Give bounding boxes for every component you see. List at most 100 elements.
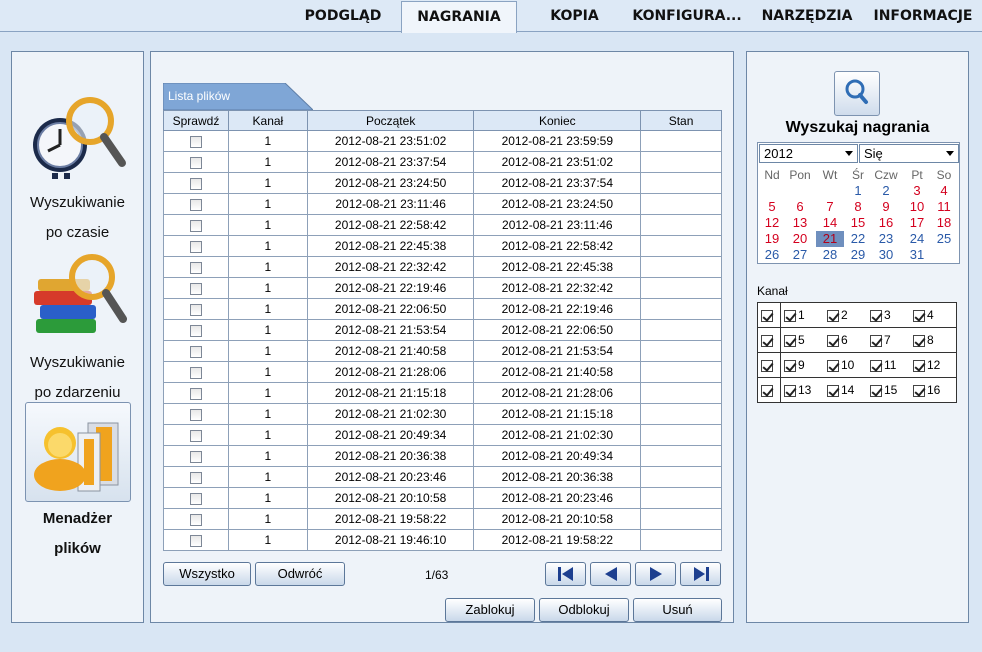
unlock-button[interactable]: Odblokuj <box>539 598 629 622</box>
last-page-button[interactable] <box>680 562 721 586</box>
channel-option[interactable]: 5 <box>784 333 827 347</box>
calendar-day[interactable]: 22 <box>844 231 872 247</box>
table-row[interactable]: 1 2012-08-21 21:40:58 2012-08-21 21:53:54 <box>163 340 722 362</box>
column-header-state[interactable]: Stan <box>640 110 722 131</box>
table-row[interactable]: 1 2012-08-21 20:10:58 2012-08-21 20:23:46 <box>163 487 722 509</box>
calendar-day[interactable]: 21 <box>816 231 844 247</box>
row-select-checkbox[interactable] <box>761 359 773 372</box>
calendar-day[interactable]: 9 <box>872 199 900 215</box>
calendar-day[interactable]: 14 <box>816 215 844 231</box>
calendar-day[interactable]: 8 <box>844 199 872 215</box>
tab-konfiguracja[interactable]: KONFIGURA... <box>624 1 750 32</box>
channel-checkbox[interactable] <box>913 334 925 347</box>
table-row[interactable]: 1 2012-08-21 22:32:42 2012-08-21 22:45:38 <box>163 256 722 278</box>
invert-selection-button[interactable]: Odwróć <box>255 562 345 586</box>
channel-checkbox[interactable] <box>784 359 796 372</box>
row-checkbox[interactable] <box>189 156 202 169</box>
time-search-item[interactable]: Wyszukiwanie po czasie <box>12 88 143 248</box>
row-checkbox[interactable] <box>189 345 202 358</box>
channel-checkbox[interactable] <box>870 309 882 322</box>
row-checkbox[interactable] <box>189 387 202 400</box>
event-search-item[interactable]: Wyszukiwanie po zdarzeniu <box>12 248 143 408</box>
row-checkbox[interactable] <box>189 177 202 190</box>
channel-option[interactable]: 3 <box>870 308 913 322</box>
calendar-day[interactable]: 2 <box>872 183 900 199</box>
channel-option[interactable]: 10 <box>827 358 870 372</box>
channel-option[interactable]: 7 <box>870 333 913 347</box>
calendar-day[interactable]: 19 <box>758 231 786 247</box>
row-checkbox[interactable] <box>189 408 202 421</box>
calendar-day[interactable]: 7 <box>816 199 844 215</box>
channel-checkbox[interactable] <box>827 309 839 322</box>
table-row[interactable]: 1 2012-08-21 20:49:34 2012-08-21 21:02:30 <box>163 424 722 446</box>
row-checkbox[interactable] <box>189 324 202 337</box>
table-row[interactable]: 1 2012-08-21 23:24:50 2012-08-21 23:37:54 <box>163 172 722 194</box>
row-checkbox[interactable] <box>189 429 202 442</box>
channel-checkbox[interactable] <box>913 309 925 322</box>
calendar-day[interactable]: 6 <box>786 199 814 215</box>
column-header-start[interactable]: Początek <box>306 110 475 131</box>
calendar-day[interactable]: 1 <box>844 183 872 199</box>
row-checkbox[interactable] <box>189 450 202 463</box>
month-select[interactable]: Się <box>859 144 959 163</box>
table-row[interactable]: 1 2012-08-21 21:28:06 2012-08-21 21:40:58 <box>163 361 722 383</box>
channel-option[interactable]: 15 <box>870 383 913 397</box>
column-header-channel[interactable]: Kanał <box>227 110 308 131</box>
table-row[interactable]: 1 2012-08-21 23:37:54 2012-08-21 23:51:02 <box>163 151 722 173</box>
channel-option[interactable]: 13 <box>784 383 827 397</box>
table-row[interactable]: 1 2012-08-21 20:23:46 2012-08-21 20:36:38 <box>163 466 722 488</box>
row-select-checkbox[interactable] <box>761 309 773 322</box>
row-checkbox[interactable] <box>189 492 202 505</box>
table-row[interactable]: 1 2012-08-21 19:46:10 2012-08-21 19:58:22 <box>163 529 722 551</box>
table-row[interactable]: 1 2012-08-21 21:53:54 2012-08-21 22:06:50 <box>163 319 722 341</box>
calendar-day[interactable]: 29 <box>844 247 872 263</box>
calendar-day[interactable]: 17 <box>903 215 931 231</box>
calendar-day[interactable]: 16 <box>872 215 900 231</box>
channel-checkbox[interactable] <box>827 359 839 372</box>
file-manager-item[interactable]: Menadżer plików <box>12 402 143 564</box>
select-all-button[interactable]: Wszystko <box>163 562 251 586</box>
next-page-button[interactable] <box>635 562 676 586</box>
channel-checkbox[interactable] <box>784 334 796 347</box>
table-row[interactable]: 1 2012-08-21 22:58:42 2012-08-21 23:11:46 <box>163 214 722 236</box>
row-checkbox[interactable] <box>189 471 202 484</box>
row-select-checkbox[interactable] <box>761 384 773 397</box>
table-row[interactable]: 1 2012-08-21 21:02:30 2012-08-21 21:15:18 <box>163 403 722 425</box>
calendar-day[interactable]: 28 <box>816 247 844 263</box>
row-checkbox[interactable] <box>189 513 202 526</box>
tab-kopia[interactable]: KOPIA <box>528 1 621 32</box>
calendar-day[interactable]: 15 <box>844 215 872 231</box>
calendar-day[interactable]: 31 <box>903 247 931 263</box>
channel-checkbox[interactable] <box>784 384 796 397</box>
first-page-button[interactable] <box>545 562 586 586</box>
channel-option[interactable]: 11 <box>870 358 913 372</box>
calendar-day[interactable]: 30 <box>872 247 900 263</box>
calendar-day[interactable]: 3 <box>903 183 931 199</box>
column-header-check[interactable]: Sprawdź <box>163 110 229 131</box>
row-checkbox[interactable] <box>189 135 202 148</box>
table-row[interactable]: 1 2012-08-21 20:36:38 2012-08-21 20:49:34 <box>163 445 722 467</box>
calendar-day[interactable]: 27 <box>786 247 814 263</box>
channel-checkbox[interactable] <box>827 334 839 347</box>
row-checkbox[interactable] <box>189 198 202 211</box>
calendar-day[interactable]: 5 <box>758 199 786 215</box>
row-checkbox[interactable] <box>189 240 202 253</box>
row-checkbox[interactable] <box>189 366 202 379</box>
row-checkbox[interactable] <box>189 261 202 274</box>
channel-option[interactable]: 1 <box>784 308 827 322</box>
calendar-day[interactable]: 23 <box>872 231 900 247</box>
channel-option[interactable]: 9 <box>784 358 827 372</box>
row-checkbox[interactable] <box>189 219 202 232</box>
table-row[interactable]: 1 2012-08-21 21:15:18 2012-08-21 21:28:06 <box>163 382 722 404</box>
calendar-day[interactable]: 24 <box>903 231 931 247</box>
channel-checkbox[interactable] <box>870 359 882 372</box>
calendar-day[interactable]: 18 <box>930 215 958 231</box>
calendar-day[interactable]: 12 <box>758 215 786 231</box>
calendar-day[interactable]: 13 <box>786 215 814 231</box>
table-row[interactable]: 1 2012-08-21 22:06:50 2012-08-21 22:19:46 <box>163 298 722 320</box>
calendar-day[interactable]: 11 <box>930 199 958 215</box>
calendar-day[interactable]: 26 <box>758 247 786 263</box>
channel-checkbox[interactable] <box>827 384 839 397</box>
table-row[interactable]: 1 2012-08-21 23:11:46 2012-08-21 23:24:50 <box>163 193 722 215</box>
search-button[interactable] <box>834 71 880 116</box>
